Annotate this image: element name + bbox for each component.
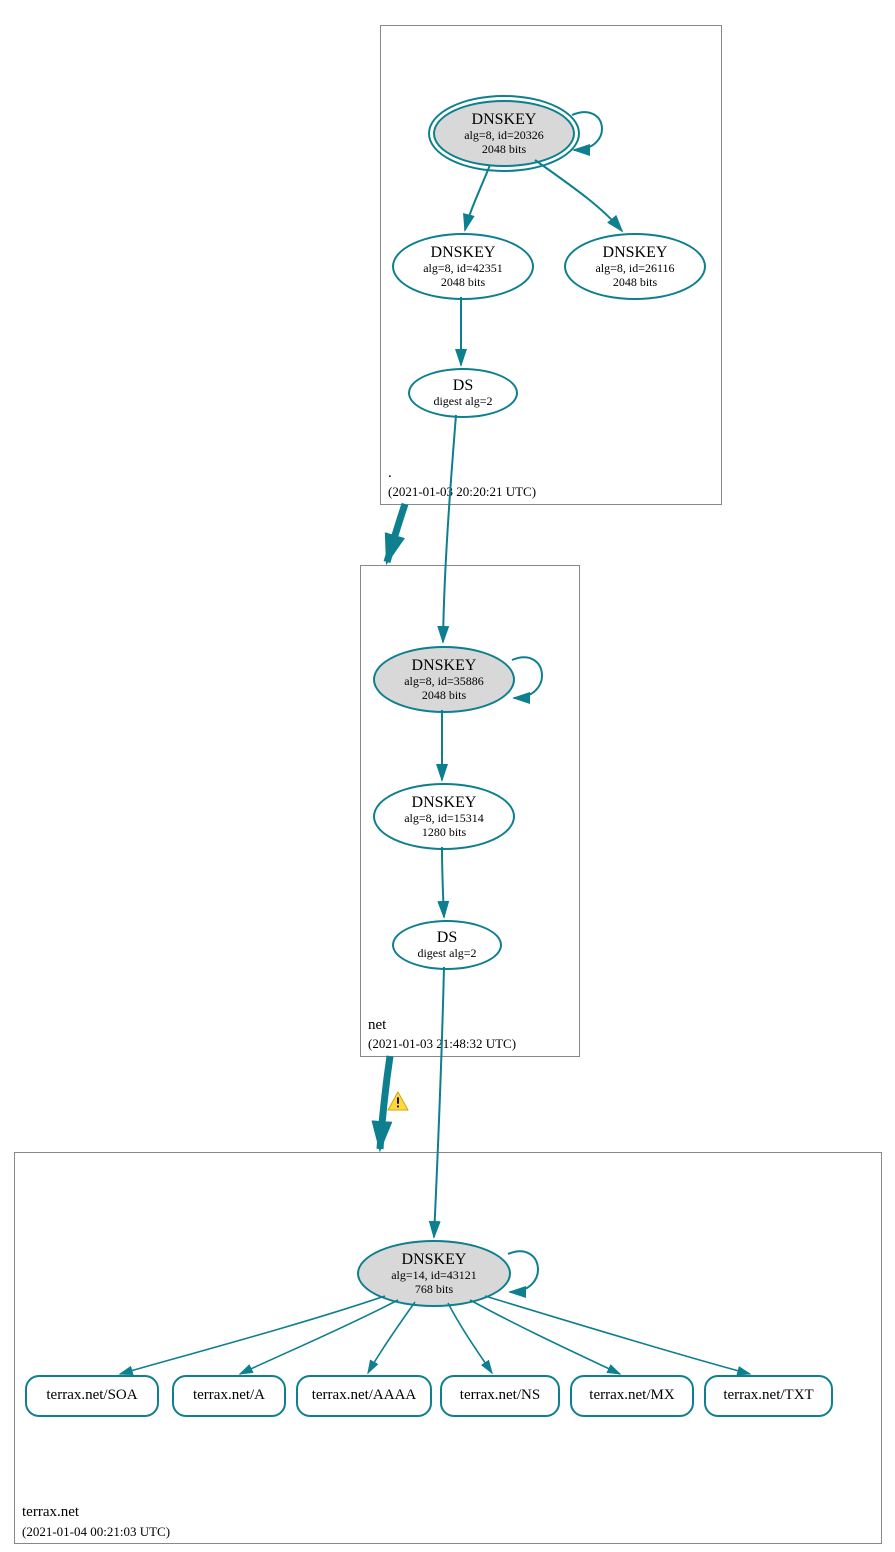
rrset-label: terrax.net/MX bbox=[589, 1387, 674, 1404]
node-sub1: digest alg=2 bbox=[417, 947, 476, 961]
rrset-ns: terrax.net/NS bbox=[440, 1375, 560, 1417]
node-sub2: 2048 bits bbox=[482, 143, 526, 157]
node-root-zsk1: DNSKEY alg=8, id=42351 2048 bits bbox=[392, 233, 534, 300]
node-sub2: 2048 bits bbox=[422, 689, 466, 703]
node-sub2: 2048 bits bbox=[441, 276, 485, 290]
node-title: DS bbox=[453, 377, 473, 395]
node-sub1: alg=8, id=26116 bbox=[595, 262, 674, 276]
rrset-label: terrax.net/A bbox=[193, 1387, 265, 1404]
node-sub1: alg=8, id=20326 bbox=[464, 129, 544, 143]
zone-terrax bbox=[14, 1152, 882, 1544]
rrset-label: terrax.net/NS bbox=[460, 1387, 540, 1404]
rrset-a: terrax.net/A bbox=[172, 1375, 286, 1417]
rrset-label: terrax.net/TXT bbox=[723, 1387, 813, 1404]
rrset-mx: terrax.net/MX bbox=[570, 1375, 694, 1417]
zone-net-ts: (2021-01-03 21:48:32 UTC) bbox=[368, 1036, 516, 1052]
zone-net-name: net bbox=[368, 1017, 386, 1034]
node-sub1: alg=8, id=15314 bbox=[404, 812, 484, 826]
node-terrax-ksk: DNSKEY alg=14, id=43121 768 bits bbox=[357, 1240, 511, 1307]
zone-root-name: . bbox=[388, 465, 392, 482]
node-title: DNSKEY bbox=[603, 244, 668, 262]
node-root-zsk2: DNSKEY alg=8, id=26116 2048 bits bbox=[564, 233, 706, 300]
node-sub1: digest alg=2 bbox=[433, 395, 492, 409]
warning-icon bbox=[387, 1091, 409, 1111]
node-title: DS bbox=[437, 929, 457, 947]
node-title: DNSKEY bbox=[402, 1251, 467, 1269]
node-title: DNSKEY bbox=[472, 111, 537, 129]
rrset-label: terrax.net/SOA bbox=[46, 1387, 137, 1404]
node-root-ksk: DNSKEY alg=8, id=20326 2048 bits bbox=[433, 100, 575, 167]
zone-terrax-ts: (2021-01-04 00:21:03 UTC) bbox=[22, 1524, 170, 1540]
node-net-ksk: DNSKEY alg=8, id=35886 2048 bits bbox=[373, 646, 515, 713]
node-title: DNSKEY bbox=[412, 794, 477, 812]
zone-terrax-name: terrax.net bbox=[22, 1504, 79, 1521]
node-sub1: alg=8, id=35886 bbox=[404, 675, 484, 689]
node-sub1: alg=8, id=42351 bbox=[423, 262, 503, 276]
node-title: DNSKEY bbox=[412, 657, 477, 675]
rrset-txt: terrax.net/TXT bbox=[704, 1375, 833, 1417]
rrset-aaaa: terrax.net/AAAA bbox=[296, 1375, 432, 1417]
node-sub2: 2048 bits bbox=[613, 276, 657, 290]
zone-root-ts: (2021-01-03 20:20:21 UTC) bbox=[388, 484, 536, 500]
rrset-soa: terrax.net/SOA bbox=[25, 1375, 159, 1417]
node-root-ds: DS digest alg=2 bbox=[408, 368, 518, 418]
node-sub1: alg=14, id=43121 bbox=[391, 1269, 477, 1283]
node-title: DNSKEY bbox=[431, 244, 496, 262]
rrset-label: terrax.net/AAAA bbox=[312, 1387, 417, 1404]
node-net-zsk: DNSKEY alg=8, id=15314 1280 bits bbox=[373, 783, 515, 850]
node-net-ds: DS digest alg=2 bbox=[392, 920, 502, 970]
node-sub2: 768 bits bbox=[415, 1283, 453, 1297]
node-sub2: 1280 bits bbox=[422, 826, 466, 840]
